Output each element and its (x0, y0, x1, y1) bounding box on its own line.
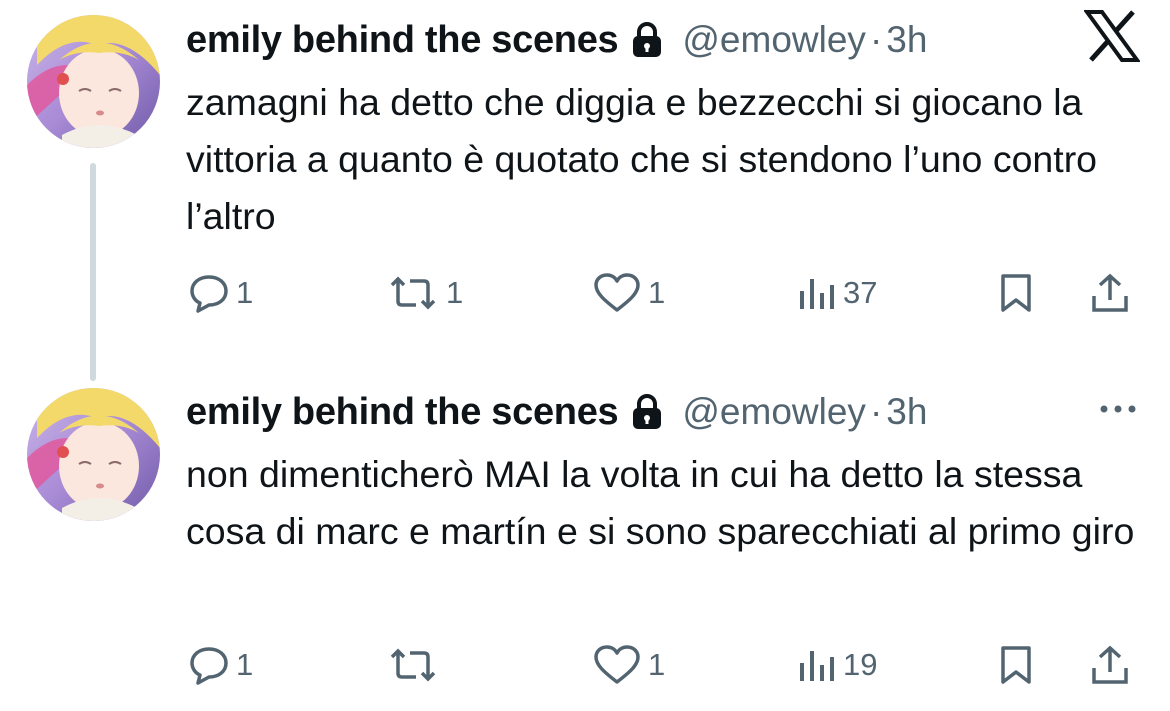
repost-count: 1 (446, 275, 464, 310)
user-handle[interactable]: @emowley (682, 19, 866, 61)
avatar[interactable] (27, 388, 160, 521)
display-name[interactable]: emily behind the scenes (186, 391, 619, 434)
tweet-header: emily behind the scenes @emowley · 3h (186, 16, 1150, 64)
repost-button[interactable] (386, 630, 446, 700)
separator-dot: · (869, 391, 883, 432)
like-count: 1 (648, 275, 666, 310)
view-count: 19 (843, 647, 878, 682)
separator-dot: · (869, 19, 883, 60)
like-button[interactable]: 1 (592, 630, 665, 700)
heart-icon (592, 272, 642, 314)
lock-icon (630, 21, 664, 59)
view-count: 37 (843, 275, 878, 310)
timestamp[interactable]: 3h (886, 19, 927, 61)
views-button[interactable]: 37 (797, 258, 877, 328)
avatar[interactable] (27, 15, 160, 148)
share-button[interactable] (1090, 630, 1130, 700)
reply-icon (188, 273, 230, 313)
x-logo-icon (1083, 10, 1141, 62)
views-icon (797, 645, 837, 685)
reply-count: 1 (236, 275, 254, 310)
bookmark-button[interactable] (998, 258, 1034, 328)
bookmark-icon (998, 272, 1034, 314)
bookmark-button[interactable] (998, 630, 1034, 700)
tweet[interactable]: emily behind the scenes @emowley · 3h no… (0, 372, 1170, 711)
share-icon (1090, 644, 1130, 686)
timestamp[interactable]: 3h (886, 391, 927, 433)
more-icon[interactable] (1098, 402, 1138, 414)
user-handle[interactable]: @emowley (682, 391, 866, 433)
share-icon (1090, 272, 1130, 314)
tweet-actions: 1 1 1 37 (0, 258, 1170, 328)
tweet-text: non dimenticherò MAI la volta in cui ha … (186, 453, 1135, 552)
tweet-text: zamagni ha detto che diggia e bezzecchi … (186, 81, 1098, 237)
repost-button[interactable]: 1 (386, 258, 463, 328)
reply-button[interactable]: 1 (188, 630, 253, 700)
heart-icon (592, 644, 642, 686)
repost-icon (386, 273, 440, 313)
reply-button[interactable]: 1 (188, 258, 253, 328)
reply-icon (188, 645, 230, 685)
views-button[interactable]: 19 (797, 630, 877, 700)
lock-icon (630, 393, 664, 431)
like-button[interactable]: 1 (592, 258, 665, 328)
share-button[interactable] (1090, 258, 1130, 328)
display-name[interactable]: emily behind the scenes (186, 19, 619, 62)
tweet-header: emily behind the scenes @emowley · 3h (186, 388, 1150, 436)
tweet-actions: 1 1 19 (0, 630, 1170, 700)
tweet[interactable]: emily behind the scenes @emowley · 3h za… (0, 0, 1170, 381)
reply-count: 1 (236, 647, 254, 682)
views-icon (797, 273, 837, 313)
bookmark-icon (998, 644, 1034, 686)
repost-icon (386, 645, 440, 685)
like-count: 1 (648, 647, 666, 682)
